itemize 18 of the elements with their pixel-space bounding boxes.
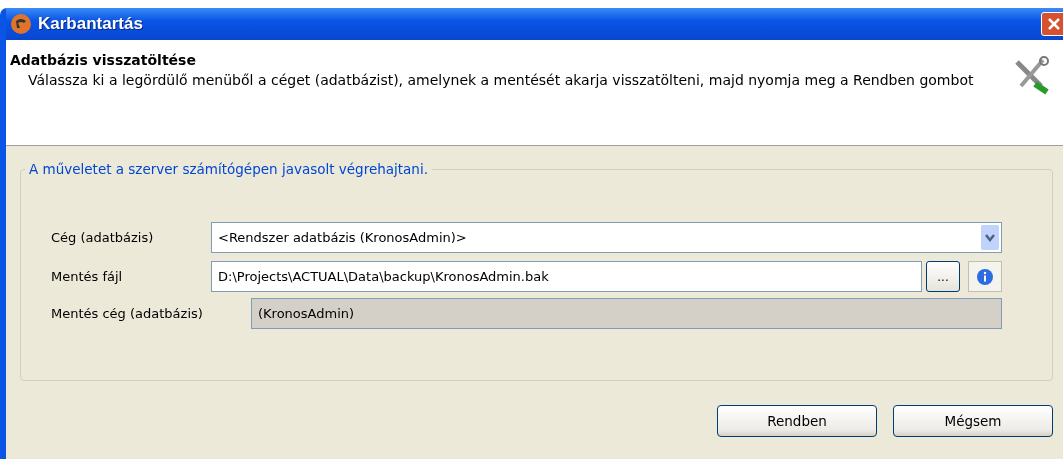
backup-company-field: (KronosAdmin) [251,298,1002,329]
close-button[interactable] [1041,12,1063,36]
close-icon[interactable] [1047,17,1061,31]
info-button[interactable] [968,261,1002,292]
info-icon[interactable] [976,267,994,286]
header-title: Adatbázis visszatöltése [10,51,197,70]
app-icon [10,13,32,35]
header-description: Válassza ki a legördülő menüből a céget (adatbázist), amelynek a mentését akarja visszatölteni, majd nyomja meg a Rendben gombot [27,71,975,90]
group-legend: A műveletet a szerver számítógépen javasolt végrehajtani. [25,159,432,180]
browse-button[interactable]: ... [926,261,960,292]
field-label: Mentés cég (adatbázis) [51,304,204,323]
field-label: Cég (adatbázis) [51,228,155,247]
cancel-button[interactable]: Mégsem [893,405,1053,437]
window-title: Karbantartás [38,13,143,36]
ok-button[interactable]: Rendben [717,405,877,437]
company-dropdown[interactable]: <Rendszer adatbázis (KronosAdmin)> [211,222,1002,253]
file-path-field[interactable]: D:\Projects\ACTUAL\Data\backup\KronosAdmin.bak [211,261,922,292]
field-label: Mentés fájl [51,267,124,286]
